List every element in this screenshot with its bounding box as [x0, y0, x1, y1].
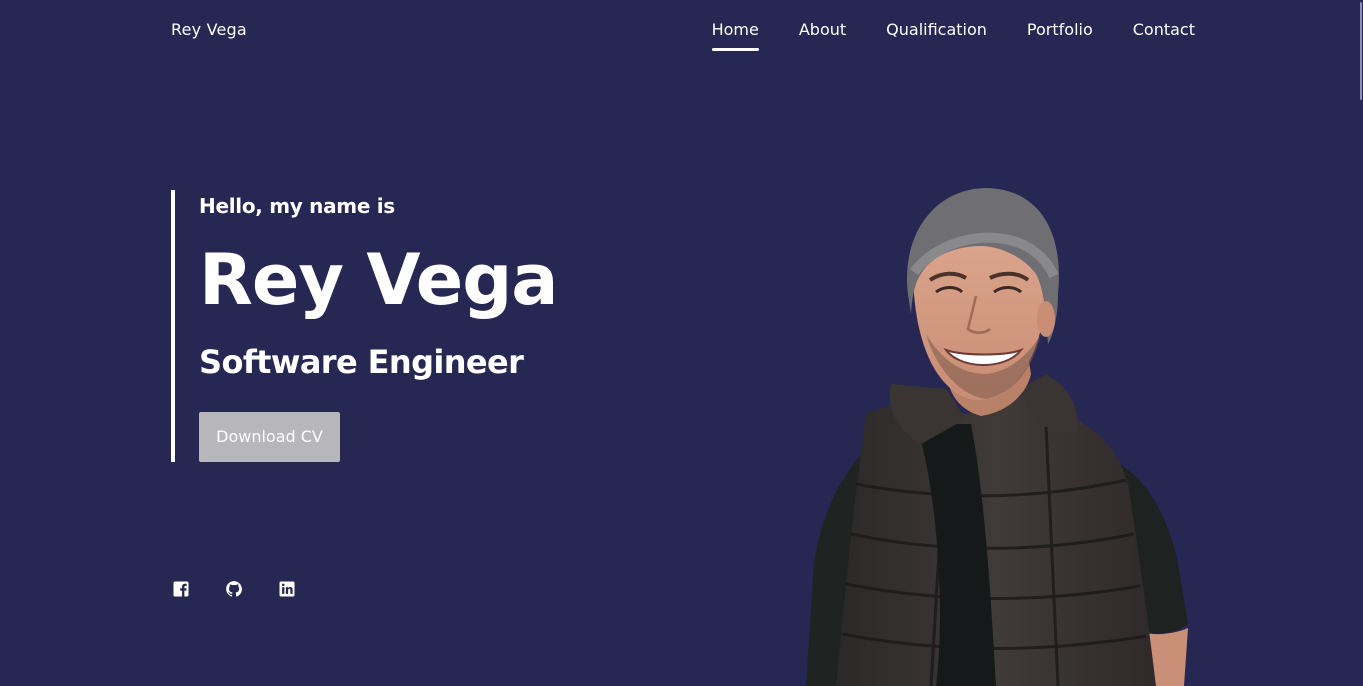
main-nav: Home About Qualification Portfolio Conta…: [711, 20, 1195, 51]
linkedin-icon[interactable]: [278, 580, 296, 598]
nav-home[interactable]: Home: [711, 20, 760, 51]
nav-contact[interactable]: Contact: [1133, 20, 1195, 40]
scrollbar[interactable]: [1360, 2, 1362, 100]
hero-accent-bar: [171, 190, 175, 462]
nav-portfolio[interactable]: Portfolio: [1027, 20, 1093, 40]
nav-about[interactable]: About: [799, 20, 846, 40]
download-cv-button[interactable]: Download CV: [199, 412, 340, 462]
site-logo[interactable]: Rey Vega: [171, 20, 247, 40]
nav-qualification[interactable]: Qualification: [886, 20, 987, 40]
profile-photo: [806, 188, 1188, 686]
hero-name: Rey Vega: [199, 239, 559, 321]
page: Rey Vega Home About Qualification Portfo…: [0, 0, 1363, 686]
facebook-icon[interactable]: [172, 580, 190, 598]
hero-greeting: Hello, my name is: [199, 194, 395, 218]
social-links: [172, 580, 296, 598]
hero-role: Software Engineer: [199, 343, 524, 381]
github-icon[interactable]: [225, 580, 243, 598]
